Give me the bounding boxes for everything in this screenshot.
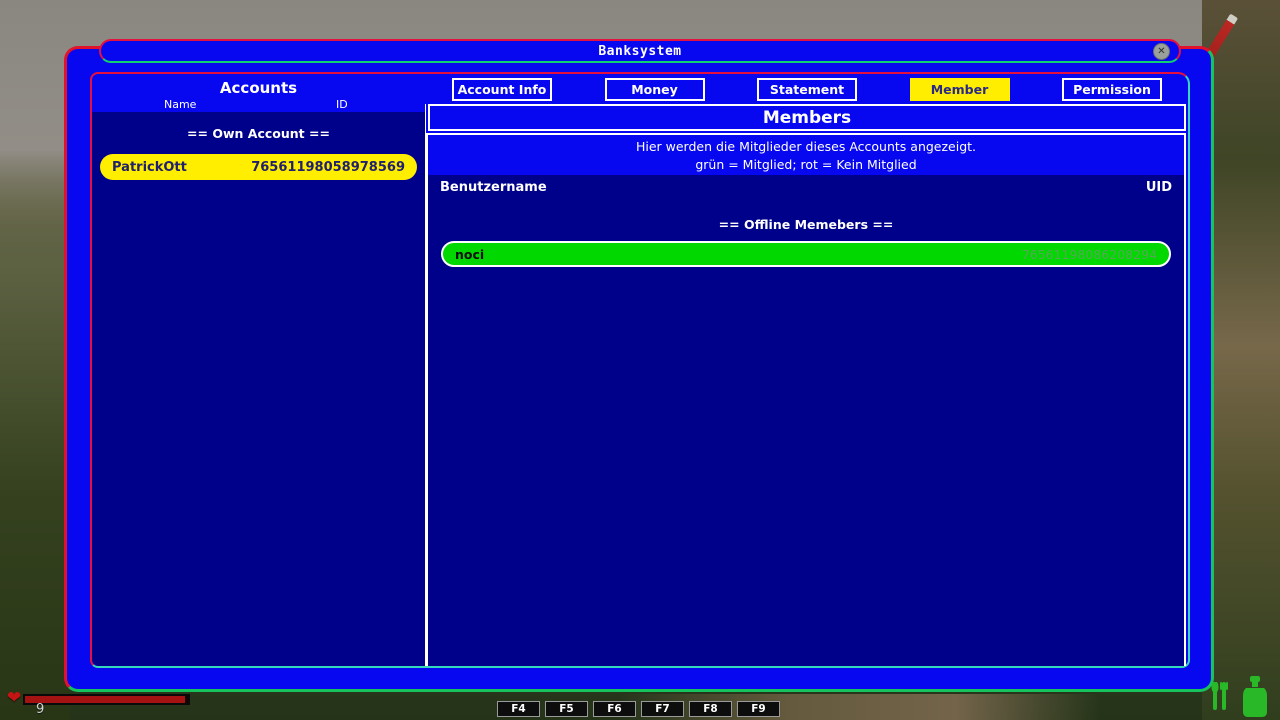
members-content: Hier werden die Mitglieder dieses Accoun… bbox=[426, 133, 1186, 666]
members-title-box: Members bbox=[428, 104, 1186, 131]
accounts-panel: Accounts Name ID == Own Account == Patri… bbox=[92, 74, 425, 666]
tab-account-info[interactable]: Account Info bbox=[452, 78, 552, 101]
accounts-list: == Own Account == PatrickOtt 76561198058… bbox=[92, 112, 425, 666]
hotkey-f9[interactable]: F9 bbox=[737, 701, 780, 717]
hotkey-f6[interactable]: F6 bbox=[593, 701, 636, 717]
hotkey-f5[interactable]: F5 bbox=[545, 701, 588, 717]
window-title: Banksystem bbox=[598, 44, 681, 59]
hotkey-bar: F4 F5 F6 F7 F8 F9 bbox=[497, 701, 780, 717]
bottle-icon bbox=[1243, 676, 1267, 717]
members-panel: Account Info Money Statement Member Perm… bbox=[426, 74, 1188, 666]
account-row[interactable]: PatrickOtt 76561198058978569 bbox=[100, 154, 417, 180]
tab-member[interactable]: Member bbox=[910, 78, 1010, 101]
hotkey-f4[interactable]: F4 bbox=[497, 701, 540, 717]
health-bar-fill bbox=[25, 696, 185, 703]
hotkey-f7[interactable]: F7 bbox=[641, 701, 684, 717]
tab-statement[interactable]: Statement bbox=[757, 78, 857, 101]
accounts-panel-title: Accounts bbox=[92, 74, 425, 97]
account-name: PatrickOtt bbox=[112, 160, 187, 175]
window-titlebar: Banksystem ✕ bbox=[99, 39, 1181, 63]
members-title: Members bbox=[763, 108, 851, 128]
member-uid: 76561198086208294 bbox=[1022, 247, 1157, 262]
close-icon[interactable]: ✕ bbox=[1153, 43, 1170, 60]
members-description-line2: grün = Mitglied; rot = Kein Mitglied bbox=[428, 156, 1184, 174]
status-icons bbox=[1210, 674, 1276, 718]
background-grass-left bbox=[0, 150, 70, 720]
member-column-headers: Benutzername UID bbox=[428, 175, 1184, 195]
health-bar bbox=[23, 694, 190, 705]
members-description: Hier werden die Mitglieder dieses Accoun… bbox=[428, 135, 1184, 175]
bank-panel: Accounts Name ID == Own Account == Patri… bbox=[90, 72, 1190, 668]
health-count: 9 bbox=[36, 702, 44, 717]
tab-permission[interactable]: Permission bbox=[1062, 78, 1162, 101]
account-id: 76561198058978569 bbox=[251, 160, 405, 175]
hotkey-f8[interactable]: F8 bbox=[689, 701, 732, 717]
member-row[interactable]: noci 76561198086208294 bbox=[441, 241, 1171, 267]
utensils-icon bbox=[1212, 682, 1229, 710]
member-list: Benutzername UID == Offline Memebers == … bbox=[428, 175, 1184, 666]
offline-members-section-header: == Offline Memebers == bbox=[428, 217, 1184, 232]
members-description-line1: Hier werden die Mitglieder dieses Accoun… bbox=[428, 138, 1184, 156]
heart-icon: ❤ bbox=[7, 688, 21, 708]
member-username: noci bbox=[455, 247, 484, 262]
member-col-username: Benutzername bbox=[440, 180, 547, 195]
accounts-col-name: Name bbox=[164, 98, 196, 111]
member-col-uid: UID bbox=[1146, 180, 1172, 195]
own-account-section-header: == Own Account == bbox=[92, 126, 425, 141]
accounts-column-headers: Name ID bbox=[92, 98, 425, 113]
accounts-col-id: ID bbox=[336, 98, 348, 111]
tab-bar: Account Info Money Statement Member Perm… bbox=[426, 74, 1188, 104]
tab-money[interactable]: Money bbox=[605, 78, 705, 101]
